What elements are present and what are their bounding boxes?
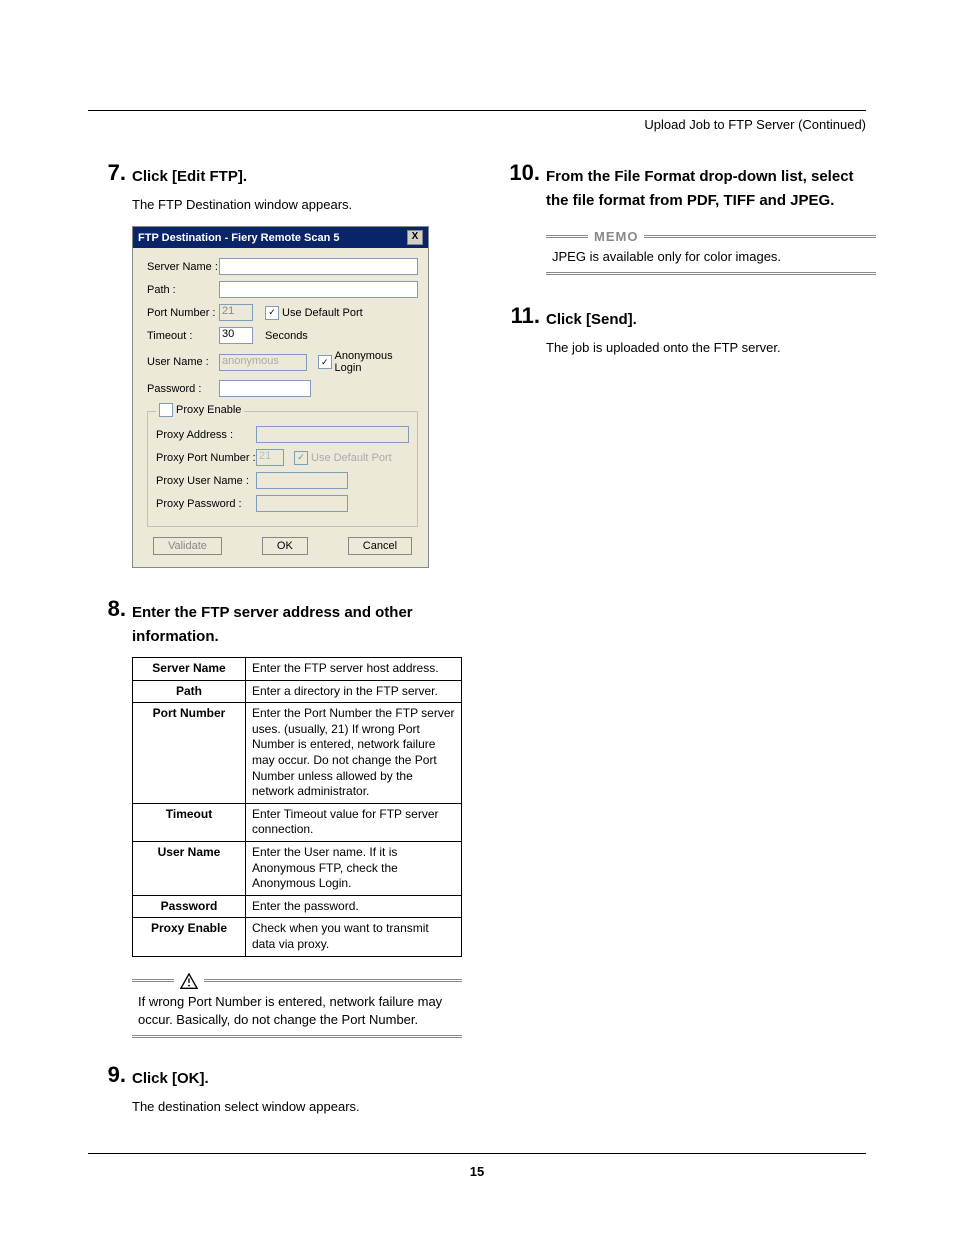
proxy-enable-checkbox[interactable]: Proxy Enable xyxy=(159,403,241,417)
proxy-use-default-checkbox: ✓Use Default Port xyxy=(294,451,392,465)
warning-text: If wrong Port Number is entered, network… xyxy=(132,993,462,1029)
table-val: Enter the Port Number the FTP server use… xyxy=(246,703,462,804)
table-key: Timeout xyxy=(133,803,246,841)
proxy-port-label: Proxy Port Number : xyxy=(156,452,256,464)
proxy-address-input xyxy=(256,426,409,443)
page-header: Upload Job to FTP Server (Continued) xyxy=(88,117,866,132)
step-title: Enter the FTP server address and other i… xyxy=(132,601,452,649)
step-number: 7 xyxy=(88,160,126,186)
password-input[interactable] xyxy=(219,380,311,397)
table-key: User Name xyxy=(133,841,246,895)
seconds-label: Seconds xyxy=(265,330,308,342)
ftp-destination-dialog: FTP Destination - Fiery Remote Scan 5 X … xyxy=(132,226,429,568)
timeout-label: Timeout : xyxy=(147,330,219,342)
table-key: Password xyxy=(133,895,246,918)
username-input: anonymous xyxy=(219,354,307,371)
proxy-port-input: 21 xyxy=(256,449,284,466)
step-title: Click [Edit FTP]. xyxy=(132,165,247,189)
table-val: Check when you want to transmit data via… xyxy=(246,918,462,956)
step-title: Click [Send]. xyxy=(546,308,637,332)
ok-button[interactable]: OK xyxy=(262,537,308,555)
validate-button: Validate xyxy=(153,537,222,555)
proxy-user-input xyxy=(256,472,348,489)
step-body: The destination select window appears. xyxy=(132,1099,452,1114)
table-val: Enter Timeout value for FTP server conne… xyxy=(246,803,462,841)
password-label: Password : xyxy=(147,383,219,395)
port-label: Port Number : xyxy=(147,307,219,319)
port-input: 21 xyxy=(219,304,253,321)
memo-note: MEMO JPEG is available only for color im… xyxy=(546,229,876,275)
path-input[interactable] xyxy=(219,281,418,298)
table-val: Enter the FTP server host address. xyxy=(246,658,462,681)
anonymous-login-checkbox[interactable]: ✓Anonymous Login xyxy=(318,350,418,374)
step-number: 8 xyxy=(88,596,126,622)
step-body: The FTP Destination window appears. xyxy=(132,197,452,212)
step-number: 9 xyxy=(88,1062,126,1088)
cancel-button[interactable]: Cancel xyxy=(348,537,412,555)
proxy-pass-input xyxy=(256,495,348,512)
path-label: Path : xyxy=(147,284,219,296)
proxy-address-label: Proxy Address : xyxy=(156,429,256,441)
step-title: Click [OK]. xyxy=(132,1067,209,1091)
warning-note: If wrong Port Number is entered, network… xyxy=(132,973,462,1038)
username-label: User Name : xyxy=(147,356,219,368)
table-key: Server Name xyxy=(133,658,246,681)
table-val: Enter the User name. If it is Anonymous … xyxy=(246,841,462,895)
step-number: 10 xyxy=(502,160,540,186)
memo-label: MEMO xyxy=(594,229,638,244)
proxy-user-label: Proxy User Name : xyxy=(156,475,256,487)
server-name-label: Server Name : xyxy=(147,261,219,273)
warning-icon xyxy=(180,973,198,989)
dialog-title: FTP Destination - Fiery Remote Scan 5 xyxy=(138,232,340,244)
timeout-input[interactable]: 30 xyxy=(219,327,253,344)
proxy-pass-label: Proxy Password : xyxy=(156,498,256,510)
table-val: Enter the password. xyxy=(246,895,462,918)
close-icon[interactable]: X xyxy=(407,230,423,245)
table-key: Port Number xyxy=(133,703,246,804)
proxy-group: Proxy Enable Proxy Address : Proxy Port … xyxy=(147,403,418,527)
field-description-table: Server NameEnter the FTP server host add… xyxy=(132,657,462,957)
server-name-input[interactable] xyxy=(219,258,418,275)
use-default-port-checkbox[interactable]: ✓Use Default Port xyxy=(265,306,363,320)
table-key: Path xyxy=(133,680,246,703)
step-body: The job is uploaded onto the FTP server. xyxy=(546,340,866,355)
table-key: Proxy Enable xyxy=(133,918,246,956)
page-number: 15 xyxy=(88,1153,866,1179)
memo-text: JPEG is available only for color images. xyxy=(546,248,876,266)
table-val: Enter a directory in the FTP server. xyxy=(246,680,462,703)
step-number: 11 xyxy=(502,303,540,329)
step-title: From the File Format drop-down list, sel… xyxy=(546,165,866,213)
